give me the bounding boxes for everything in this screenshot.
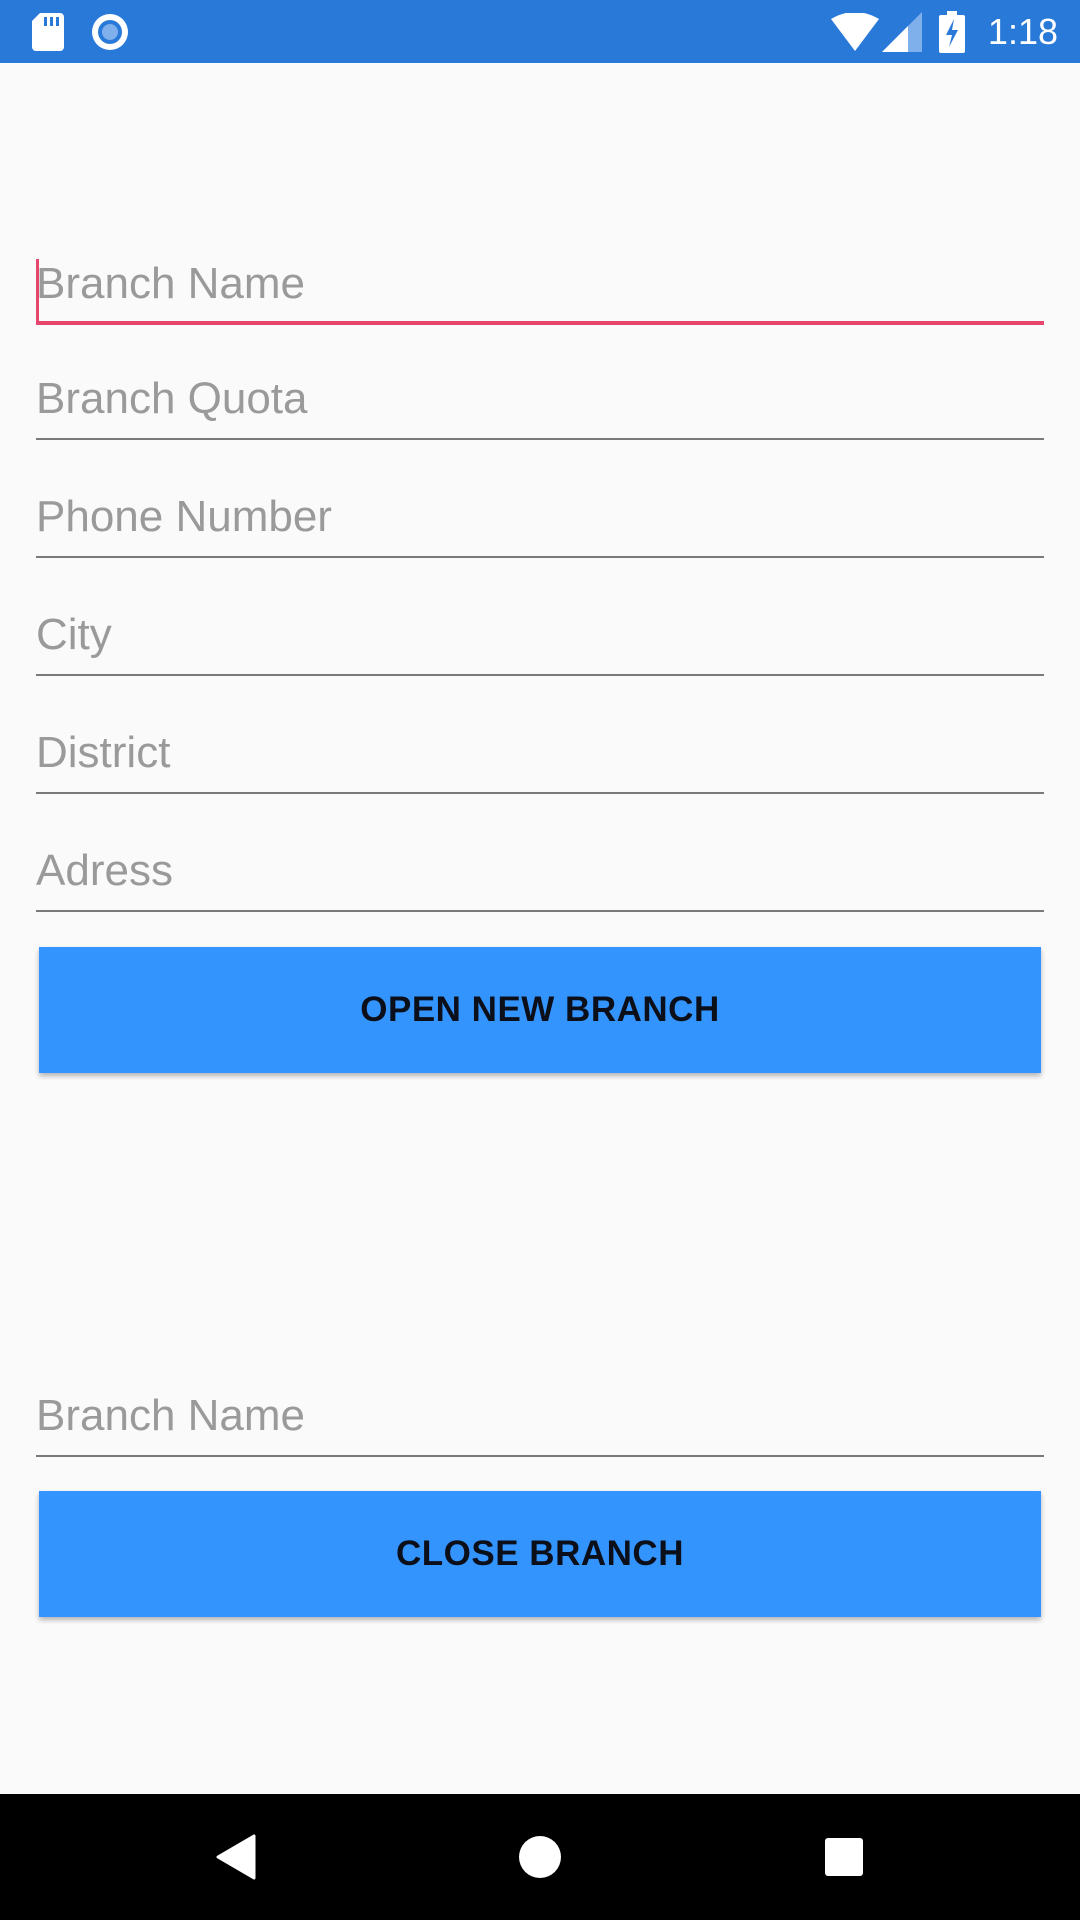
district-underline <box>36 792 1044 794</box>
branch-quota-underline <box>36 438 1044 440</box>
adress-underline <box>36 910 1044 912</box>
adress-field[interactable] <box>36 832 1044 912</box>
signal-icon <box>882 0 922 63</box>
branch-quota-field[interactable] <box>36 360 1044 440</box>
phone-number-input[interactable] <box>36 478 1044 556</box>
home-icon[interactable] <box>480 1794 600 1920</box>
phone-number-field[interactable] <box>36 478 1044 558</box>
sync-icon <box>90 0 130 63</box>
close-branch-button[interactable]: CLOSE BRANCH <box>39 1491 1041 1617</box>
branch-quota-input[interactable] <box>36 360 1044 438</box>
district-input[interactable] <box>36 714 1044 792</box>
city-input[interactable] <box>36 596 1044 674</box>
status-bar: 1:18 <box>0 0 1080 63</box>
branch-name-field[interactable] <box>36 245 1044 325</box>
city-underline <box>36 674 1044 676</box>
sd-card-icon <box>30 0 66 63</box>
branch-name-underline <box>36 321 1044 325</box>
recents-icon[interactable] <box>784 1794 904 1920</box>
back-icon[interactable] <box>176 1794 296 1920</box>
navigation-bar <box>0 1794 1080 1920</box>
adress-input[interactable] <box>36 832 1044 910</box>
battery-charging-icon <box>938 0 966 63</box>
close-branch-name-input[interactable] <box>36 1377 1044 1455</box>
open-new-branch-button[interactable]: OPEN NEW BRANCH <box>39 947 1041 1073</box>
branch-name-input[interactable] <box>36 245 1044 323</box>
status-time: 1:18 <box>987 11 1058 52</box>
close-branch-name-field[interactable] <box>36 1377 1044 1457</box>
text-cursor <box>36 259 39 321</box>
close-branch-name-underline <box>36 1455 1044 1457</box>
wifi-icon <box>830 0 880 63</box>
city-field[interactable] <box>36 596 1044 676</box>
district-field[interactable] <box>36 714 1044 794</box>
phone-number-underline <box>36 556 1044 558</box>
